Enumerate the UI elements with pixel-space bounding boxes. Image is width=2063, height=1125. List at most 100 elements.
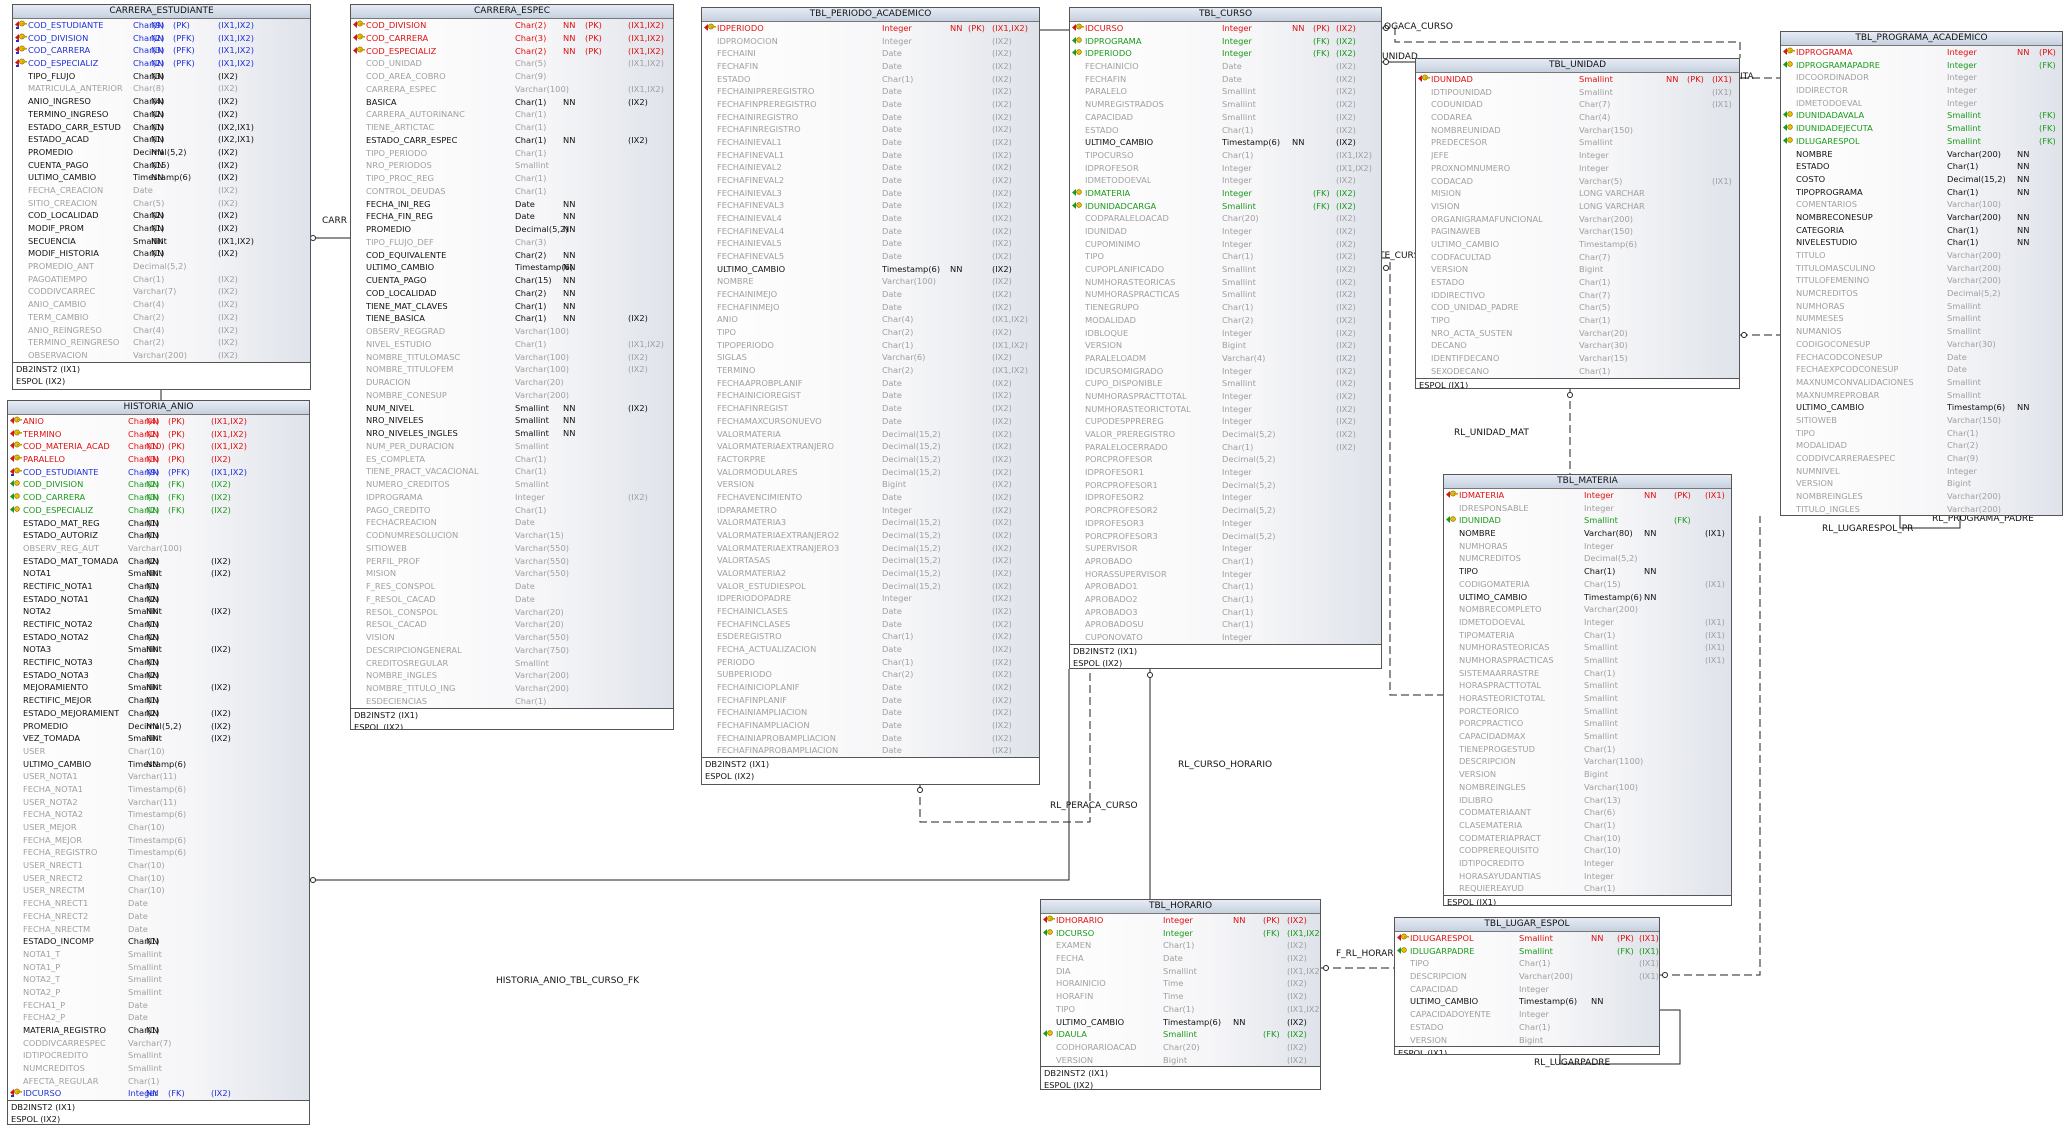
column-nullability: NN <box>563 32 576 43</box>
column-type: Integer <box>1584 502 1614 513</box>
column-row: NUMCREDITOS Decimal(5,2) <box>1781 287 2062 300</box>
column-name: MAXNUMREPROBAR <box>1796 389 1880 400</box>
column-type: LONG VARCHAR <box>1579 188 1645 199</box>
foreign-key-icon <box>1396 945 1409 957</box>
column-icon <box>352 478 365 490</box>
column-row: FECHA_MEJOR Timestamp(6) <box>8 834 309 847</box>
column-name: FECHAFIN <box>1085 73 1127 84</box>
table-tbl-programa-academico[interactable]: TBL_PROGRAMA_ACADEMICO IDPROGRAMA Integer N… <box>1780 31 2063 516</box>
column-name: FECHAMAXCURSONUEVO <box>717 415 822 426</box>
column-name: JEFE <box>1431 150 1449 161</box>
column-name: NUMMESES <box>1796 313 1844 324</box>
column-type: Char(2) <box>515 249 547 260</box>
column-name: COD_ESTUDIANTE <box>23 466 99 477</box>
column-name: COD_LOCALIDAD <box>366 287 437 298</box>
column-type: Smallint <box>1584 718 1618 729</box>
column-nullability: NN <box>563 198 576 209</box>
table-historia-anio[interactable]: HISTORIA_ANIO ANIO Char(4) NN (PK) (IX1,IX2) T… <box>7 400 310 1125</box>
rel-end-marker <box>310 877 316 883</box>
column-name: FECHAINIMEJO <box>717 289 778 300</box>
column-row: ANIO_REINGRESO Char(4) (IX2) <box>13 324 310 337</box>
column-icon <box>1071 365 1084 377</box>
column-type: Smallint <box>1222 289 1256 300</box>
column-icon <box>703 706 716 718</box>
column-icon <box>352 70 365 82</box>
column-icon <box>1445 502 1458 514</box>
column-index: (IX2) <box>1336 200 1356 211</box>
column-type: Char(1) <box>515 96 547 107</box>
column-name: IDUNIDAD <box>1431 74 1473 84</box>
table-columns: IDCURSO Integer NN (PK) (IX2) IDPROGRAMA Integ… <box>1070 22 1381 644</box>
column-row: FECHAINI Date (IX2) <box>702 47 1039 60</box>
column-row: VALORTASAS Decimal(15,2) (IX2) <box>702 554 1039 567</box>
column-icon <box>1445 819 1458 831</box>
column-name: COD_MATERIA_ACAD <box>23 441 110 452</box>
column-key: (PK) <box>168 416 185 426</box>
column-index: (IX1,IX2) <box>628 45 664 56</box>
column-type: Varchar(100) <box>515 83 569 94</box>
column-nullability: NN <box>563 402 576 413</box>
column-type: Varchar(100) <box>515 326 569 336</box>
table-carrera-espec[interactable]: CARRERA_ESPEC COD_DIVISION Char(2) NN (PK) (I… <box>350 4 674 730</box>
column-type: Char(4) <box>882 314 914 325</box>
column-type: Varchar(200) <box>1579 213 1633 224</box>
foreign-key-icon <box>1071 47 1084 59</box>
column-icon <box>1071 390 1084 402</box>
column-icon <box>1042 990 1055 1002</box>
column-name: NOMBRE <box>717 276 754 287</box>
column-index: (IX2) <box>1287 915 1307 925</box>
column-type: Char(2) <box>515 287 547 298</box>
column-type: Smallint <box>1519 933 1553 943</box>
table-tbl-unidad[interactable]: TBL_UNIDAD IDUNIDAD Smallint NN (PK) (IX1) IDT… <box>1415 58 1740 389</box>
column-icon <box>1071 466 1084 478</box>
column-icon <box>352 312 365 324</box>
column-row: VALOR_ESTUDIESPOL Decimal(15,2) (IX2) <box>702 580 1039 593</box>
column-index: (IX2) <box>992 631 1012 642</box>
column-name: MODIF_PROM <box>28 223 84 233</box>
column-name: CUPOMINIMO <box>1085 238 1141 249</box>
table-tbl-curso[interactable]: TBL_CURSO IDCURSO Integer NN (PK) (IX2) IDPROG… <box>1069 7 1382 669</box>
table-tbl-lugar-espol[interactable]: TBL_LUGAR_ESPOL IDLUGARESPOL Smallint NN (PK… <box>1394 917 1660 1055</box>
column-icon <box>1445 629 1458 641</box>
table-tbl-materia[interactable]: TBL_MATERIA IDMATERIA Integer NN (PK) (IX1) ID… <box>1443 474 1732 906</box>
column-icon <box>703 98 716 110</box>
column-name: DECANO <box>1431 340 1467 351</box>
column-icon <box>352 669 365 681</box>
column-index: (IX2) <box>1336 378 1356 389</box>
column-name: USER_NRECTM <box>23 885 85 896</box>
table-tbl-periodo-academico[interactable]: TBL_PERIODO_ACADEMICO IDPERIODO Integer NN(… <box>701 7 1040 785</box>
column-type: Decimal(15,2) <box>882 441 941 452</box>
column-name: NUMCREDITOS <box>23 1063 85 1074</box>
column-type: Char(1) <box>1163 1003 1195 1014</box>
column-icon <box>1782 401 1795 413</box>
column-row: MAXNUMCONVALIDACIONES Smallint <box>1781 376 2062 389</box>
column-icon <box>703 161 716 173</box>
column-icon <box>352 261 365 273</box>
column-name: RECTIFIC_NOTA2 <box>23 619 93 629</box>
column-row: NOTA2_T Smallint <box>8 973 309 986</box>
column-index: (IX2) <box>218 108 238 119</box>
column-row: USER Char(10) <box>8 745 309 758</box>
column-type: Decimal(15,2) <box>882 555 941 566</box>
column-name: CUENTA_PAGO <box>366 275 427 285</box>
column-icon <box>352 159 365 171</box>
column-name: AFECTA_REGULAR <box>23 1075 99 1086</box>
table-carrera-estudiante[interactable]: CARRERA_ESTUDIANTE COD_ESTUDIANTE Char(9) N… <box>12 4 311 390</box>
column-name: NUMHORASTEORICTOTAL <box>1085 403 1191 414</box>
column-type: Char(2) <box>882 365 914 376</box>
column-row: COD_AREA_COBRO Char(9) <box>351 70 673 83</box>
column-icon <box>1782 71 1795 83</box>
column-icon <box>1071 580 1084 592</box>
column-row: FECHAFINREGIST Date (IX2) <box>702 402 1039 415</box>
table-tbl-horario[interactable]: TBL_HORARIO IDHORARIO Integer NN (PK) (IX2) ID… <box>1040 899 1321 1090</box>
column-index: (IX2) <box>211 568 231 579</box>
column-icon <box>1445 755 1458 767</box>
column-row: TITULO_INGLES Varchar(200) <box>1781 503 2062 515</box>
column-row: USER_NRECT2 Char(10) <box>8 872 309 885</box>
column-key: (FK) <box>1263 927 1280 938</box>
column-type: Char(4) <box>1579 112 1611 123</box>
column-index: (IX2) <box>992 137 1012 148</box>
column-row: FECHAINIMEJO Date (IX2) <box>702 288 1039 301</box>
column-icon <box>9 555 22 567</box>
table-columns: IDMATERIA Integer NN (PK) (IX1) IDRESPONSABLE… <box>1444 489 1731 895</box>
